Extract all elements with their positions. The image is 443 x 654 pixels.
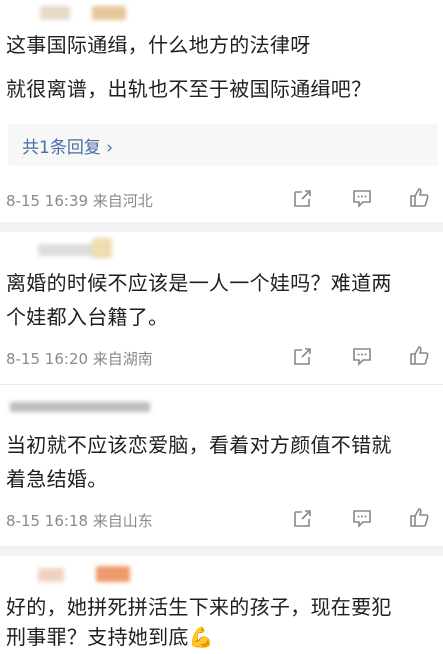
view-replies-link[interactable]: 共1条回复 ›	[22, 133, 113, 158]
like-icon[interactable]	[408, 186, 430, 208]
comment-text: 刑事罪？支持她到底💪	[6, 625, 214, 649]
blurred-avatar	[92, 238, 112, 258]
blurred-username	[40, 6, 70, 20]
blurred-username	[10, 402, 150, 412]
like-icon[interactable]	[408, 344, 430, 366]
comment-text: 好的，她拼死拼活生下来的孩子，现在要犯	[6, 595, 392, 619]
comment-text: 着急结婚。	[6, 467, 108, 491]
comment-meta: 8-15 16:20 来自湖南	[6, 350, 153, 368]
comment-text: 离婚的时候不应该是一人一个娃吗？难道两	[6, 271, 392, 295]
comment-meta: 8-15 16:39 来自河北	[6, 192, 153, 210]
comment-icon[interactable]	[351, 187, 373, 209]
separator	[0, 222, 443, 232]
blurred-username	[38, 568, 64, 582]
share-icon[interactable]	[292, 507, 314, 529]
comment-icon[interactable]	[351, 345, 373, 367]
share-icon[interactable]	[292, 187, 314, 209]
comment-text: 个娃都入台籍了。	[6, 305, 169, 329]
separator	[0, 546, 443, 556]
blurred-username	[92, 6, 126, 20]
comment-icon[interactable]	[351, 507, 373, 529]
divider	[0, 384, 443, 385]
blurred-username	[96, 566, 130, 582]
comment-text: 这事国际通缉，什么地方的法律呀	[6, 33, 311, 57]
like-icon[interactable]	[408, 506, 430, 528]
comment-text: 就很离谱，出轨也不至于被国际通缉吧？	[6, 77, 372, 101]
comment-text: 当初就不应该恋爱脑，看着对方颜值不错就	[6, 433, 392, 457]
comment-meta: 8-15 16:18 来自山东	[6, 512, 153, 530]
share-icon[interactable]	[292, 345, 314, 367]
